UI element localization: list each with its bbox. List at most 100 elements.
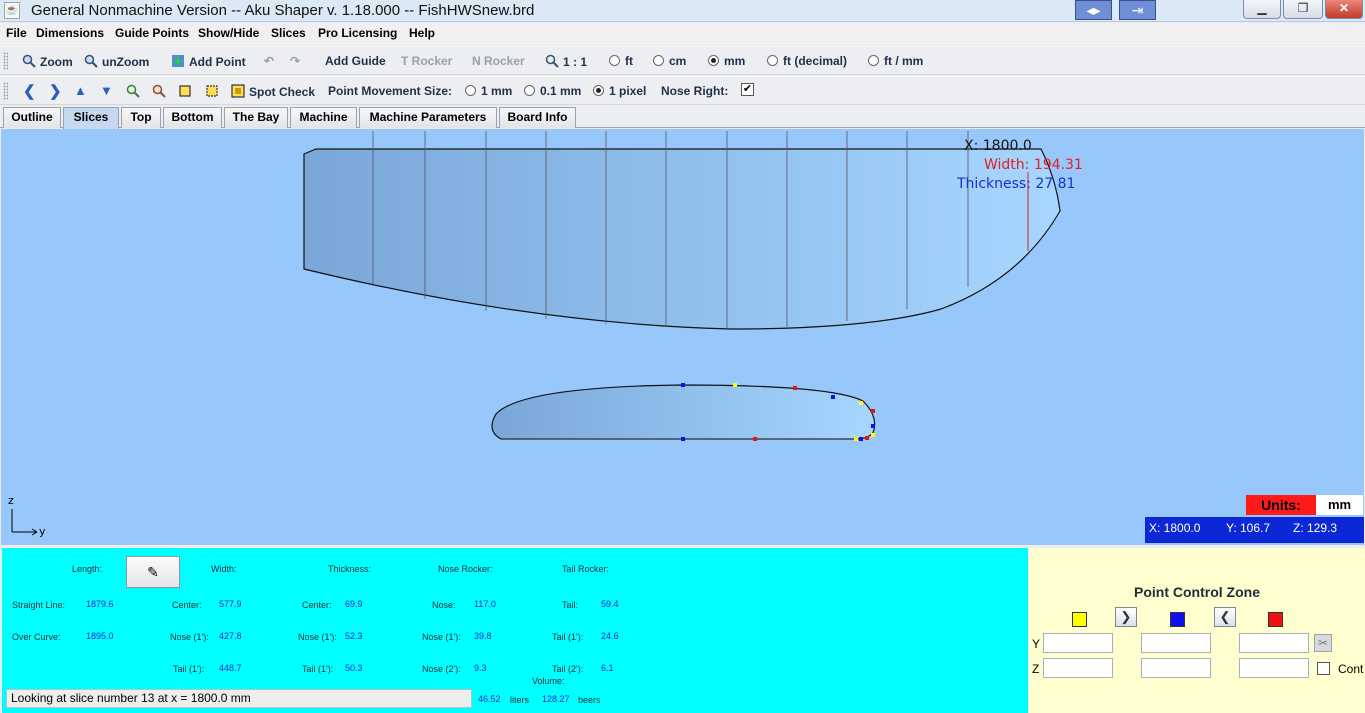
radio-circle-selected	[593, 85, 604, 96]
unit-mm-radio[interactable]: mm	[708, 54, 745, 68]
control-point[interactable]	[681, 383, 685, 387]
thickness-center-label: Center:	[302, 600, 332, 610]
control-point[interactable]	[733, 383, 737, 387]
tab-bottom[interactable]: Bottom	[163, 107, 222, 128]
menu-help[interactable]: Help	[409, 26, 435, 40]
x-position-readout: X: 1800.0	[964, 138, 1032, 154]
spot-check-icon	[231, 84, 245, 98]
fit-view-icon[interactable]	[178, 84, 192, 98]
control-point[interactable]	[793, 386, 797, 390]
swap-view-icon[interactable]: ◂▸	[1075, 0, 1112, 20]
toolbar-grip[interactable]	[3, 52, 8, 70]
width-readout: Width: 194.31	[984, 157, 1083, 173]
unzoom-button[interactable]: unZoom	[84, 54, 149, 69]
zoom-in-icon[interactable]	[126, 84, 140, 98]
unit-ft-mm-radio[interactable]: ft / mm	[868, 54, 923, 68]
volume-label: Volume:	[532, 676, 565, 686]
yellow-y-input[interactable]	[1043, 633, 1113, 653]
menu-slices[interactable]: Slices	[271, 26, 306, 40]
arrow-down-icon[interactable]: ▼	[100, 83, 113, 98]
previous-point-button[interactable]: ❮	[1214, 607, 1236, 627]
movement-1mm-radio[interactable]: 1 mm	[465, 84, 512, 98]
toolbar-grip[interactable]	[3, 82, 8, 100]
control-point[interactable]	[859, 437, 863, 441]
volume-liters-value: 46.52	[478, 694, 501, 704]
control-point[interactable]	[871, 424, 875, 428]
thickness-nose-label: Nose (1'):	[298, 632, 337, 642]
tab-machine-parameters[interactable]: Machine Parameters	[359, 107, 497, 128]
movement-1pixel-label: 1 pixel	[609, 84, 647, 98]
tab-board-info[interactable]: Board Info	[499, 107, 576, 128]
nose-right-label: Nose Right:	[661, 84, 729, 98]
scale-one-to-one-button[interactable]: 1 : 1	[545, 54, 587, 69]
add-point-button[interactable]: Add Point	[171, 54, 246, 69]
detach-window-icon[interactable]: ⇥	[1119, 0, 1156, 20]
red-y-input[interactable]	[1239, 633, 1309, 653]
undo-icon[interactable]: ↶	[264, 54, 274, 68]
unit-cm-radio[interactable]: cm	[653, 54, 686, 68]
next-point-button[interactable]: ❯	[1115, 607, 1137, 627]
liters-label: liters	[510, 695, 530, 705]
board-drawing[interactable]	[1, 129, 1364, 545]
spot-check-button[interactable]: Spot Check	[231, 84, 315, 99]
board-outline-top	[303, 148, 1061, 330]
menu-guide-points[interactable]: Guide Points	[115, 26, 189, 40]
unit-ft-decimal-label: ft (decimal)	[783, 54, 848, 68]
red-z-input[interactable]	[1239, 658, 1309, 678]
n-rocker-button[interactable]: N Rocker	[472, 54, 525, 68]
yellow-point-swatch[interactable]	[1072, 612, 1087, 627]
red-point-swatch[interactable]	[1268, 612, 1283, 627]
thickness-tail-value: 50.3	[345, 663, 363, 673]
units-label: Units:	[1246, 495, 1316, 515]
minimize-button[interactable]: ▁	[1243, 0, 1281, 19]
zoom-button[interactable]: Zoom	[22, 54, 73, 69]
tab-outline[interactable]: Outline	[3, 107, 61, 128]
nose-rocker-header: Nose Rocker:	[438, 564, 493, 574]
axis-y-label: y	[39, 525, 46, 538]
t-rocker-button[interactable]: T Rocker	[401, 54, 452, 68]
maximize-button[interactable]: ❐	[1283, 0, 1323, 19]
arrow-right-icon[interactable]: ❯	[49, 82, 62, 100]
arrow-left-icon[interactable]: ❮	[23, 82, 36, 100]
control-point[interactable]	[681, 437, 685, 441]
nose-right-checkbox[interactable]: ✔	[741, 83, 754, 96]
control-point[interactable]	[871, 409, 875, 413]
arrow-up-icon[interactable]: ▲	[74, 83, 87, 98]
edit-length-button[interactable]: ✎	[126, 556, 180, 588]
control-point[interactable]	[753, 437, 757, 441]
radio-circle	[868, 55, 879, 66]
continuity-checkbox[interactable]	[1317, 662, 1330, 675]
radio-circle	[524, 85, 535, 96]
scissors-icon[interactable]: ✂	[1314, 634, 1332, 652]
select-area-icon[interactable]	[205, 84, 219, 98]
blue-point-swatch[interactable]	[1170, 612, 1185, 627]
movement-1pixel-radio[interactable]: 1 pixel	[593, 84, 646, 98]
tab-top[interactable]: Top	[121, 107, 161, 128]
tab-slices[interactable]: Slices	[63, 107, 119, 129]
menu-pro-licensing[interactable]: Pro Licensing	[318, 26, 397, 40]
menu-file[interactable]: File	[6, 26, 27, 40]
blue-y-input[interactable]	[1141, 633, 1211, 653]
thickness-nose-value: 52.3	[345, 631, 363, 641]
blue-z-input[interactable]	[1141, 658, 1211, 678]
control-point[interactable]	[871, 433, 875, 437]
slice-canvas[interactable]: X: 1800.0 Width: 194.31 Thickness: 27.81…	[1, 129, 1364, 545]
movement-0-1mm-radio[interactable]: 0.1 mm	[524, 84, 581, 98]
add-guide-button[interactable]: Add Guide	[325, 54, 386, 68]
tail-rocker-tail1-value: 24.6	[601, 631, 619, 641]
unit-ft-decimal-radio[interactable]: ft (decimal)	[767, 54, 847, 68]
control-point[interactable]	[831, 395, 835, 399]
tail-rocker-tail-label: Tail:	[562, 600, 579, 610]
control-point[interactable]	[859, 401, 863, 405]
menu-dimensions[interactable]: Dimensions	[36, 26, 104, 40]
tab-machine[interactable]: Machine	[290, 107, 357, 128]
zoom-out-icon[interactable]	[152, 84, 166, 98]
redo-icon[interactable]: ↷	[290, 54, 300, 68]
unit-ft-radio[interactable]: ft	[609, 54, 633, 68]
menu-show-hide[interactable]: Show/Hide	[198, 26, 259, 40]
yellow-z-input[interactable]	[1043, 658, 1113, 678]
close-button[interactable]: ✕	[1325, 0, 1363, 19]
control-point[interactable]	[865, 436, 869, 440]
control-point[interactable]	[854, 437, 858, 441]
tab-the-bay[interactable]: The Bay	[224, 107, 288, 128]
